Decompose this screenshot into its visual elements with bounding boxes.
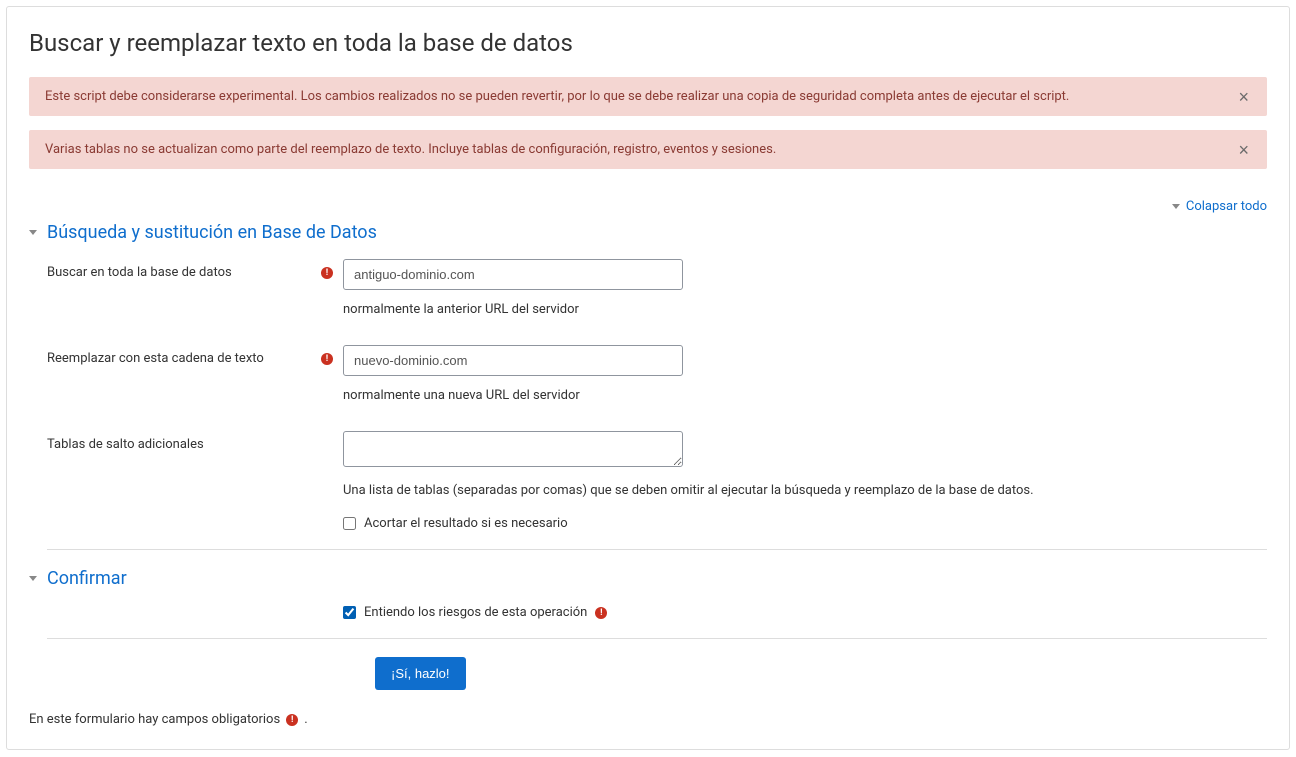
alert-tables-skipped: Varias tablas no se actualizan como part… [29, 130, 1267, 169]
alert-experimental: Este script debe considerarse experiment… [29, 77, 1267, 116]
row-search: Buscar en toda la base de datos ! normal… [29, 259, 1267, 335]
row-replace: Reemplazar con esta cadena de texto ! no… [29, 345, 1267, 421]
chevron-down-icon [29, 230, 37, 235]
control-understand: Entiendo los riesgos de esta operación ! [343, 605, 1267, 620]
label-replace: Reemplazar con esta cadena de texto ! [47, 345, 343, 366]
collapse-all-wrap: Colapsar todo [29, 199, 1267, 214]
required-icon: ! [595, 607, 607, 619]
collapse-all-link[interactable]: Colapsar todo [1172, 199, 1267, 214]
footer-required-text: En este formulario hay campos obligatori… [29, 712, 280, 727]
shorten-checkbox[interactable] [343, 517, 356, 530]
control-replace: normalmente una nueva URL del servidor [343, 345, 1267, 421]
divider [47, 638, 1267, 639]
label-skip-tables-text: Tablas de salto adicionales [47, 437, 343, 452]
required-icon: ! [286, 714, 298, 726]
understand-checkbox[interactable] [343, 606, 356, 619]
label-search-text: Buscar en toda la base de datos [47, 265, 321, 280]
help-skip-tables: Una lista de tablas (separadas por comas… [343, 483, 1267, 498]
alert-experimental-text: Este script debe considerarse experiment… [45, 89, 1069, 104]
understand-row: Entiendo los riesgos de esta operación ! [343, 605, 1267, 620]
divider [47, 549, 1267, 550]
row-submit: ¡Sí, hazlo! [29, 657, 1267, 690]
submit-button[interactable]: ¡Sí, hazlo! [375, 657, 466, 690]
close-icon[interactable]: × [1232, 139, 1255, 161]
row-understand: Entiendo los riesgos de esta operación ! [29, 605, 1267, 620]
control-skip-tables: Una lista de tablas (separadas por comas… [343, 431, 1267, 531]
skip-tables-textarea[interactable] [343, 431, 683, 467]
chevron-down-icon [29, 576, 37, 581]
section-confirm-header[interactable]: Confirmar [29, 568, 1267, 589]
label-understand-empty [47, 605, 343, 611]
required-icon: ! [321, 353, 333, 365]
footer-required-note: En este formulario hay campos obligatori… [29, 712, 1267, 727]
search-input[interactable] [343, 259, 683, 290]
section-search-replace-title: Búsqueda y sustitución en Base de Datos [47, 222, 377, 243]
required-icon: ! [321, 267, 333, 279]
main-panel: Buscar y reemplazar texto en toda la bas… [6, 6, 1290, 750]
control-search: normalmente la anterior URL del servidor [343, 259, 1267, 335]
help-search: normalmente la anterior URL del servidor [343, 302, 1267, 317]
close-icon[interactable]: × [1232, 86, 1255, 108]
replace-input[interactable] [343, 345, 683, 376]
alert-tables-text: Varias tablas no se actualizan como part… [45, 142, 776, 157]
row-skip-tables: Tablas de salto adicionales Una lista de… [29, 431, 1267, 531]
label-search: Buscar en toda la base de datos ! [47, 259, 343, 280]
label-skip-tables: Tablas de salto adicionales [47, 431, 343, 452]
label-shorten: Acortar el resultado si es necesario [364, 516, 568, 531]
label-understand: Entiendo los riesgos de esta operación [364, 605, 587, 620]
section-search-replace-header[interactable]: Búsqueda y sustitución en Base de Datos [29, 222, 1267, 243]
row-shorten: Acortar el resultado si es necesario [343, 516, 1267, 531]
help-replace: normalmente una nueva URL del servidor [343, 388, 1267, 403]
footer-period: . [304, 712, 307, 727]
page-title: Buscar y reemplazar texto en toda la bas… [29, 29, 1267, 57]
label-replace-text: Reemplazar con esta cadena de texto [47, 351, 321, 366]
section-confirm-title: Confirmar [47, 568, 127, 589]
